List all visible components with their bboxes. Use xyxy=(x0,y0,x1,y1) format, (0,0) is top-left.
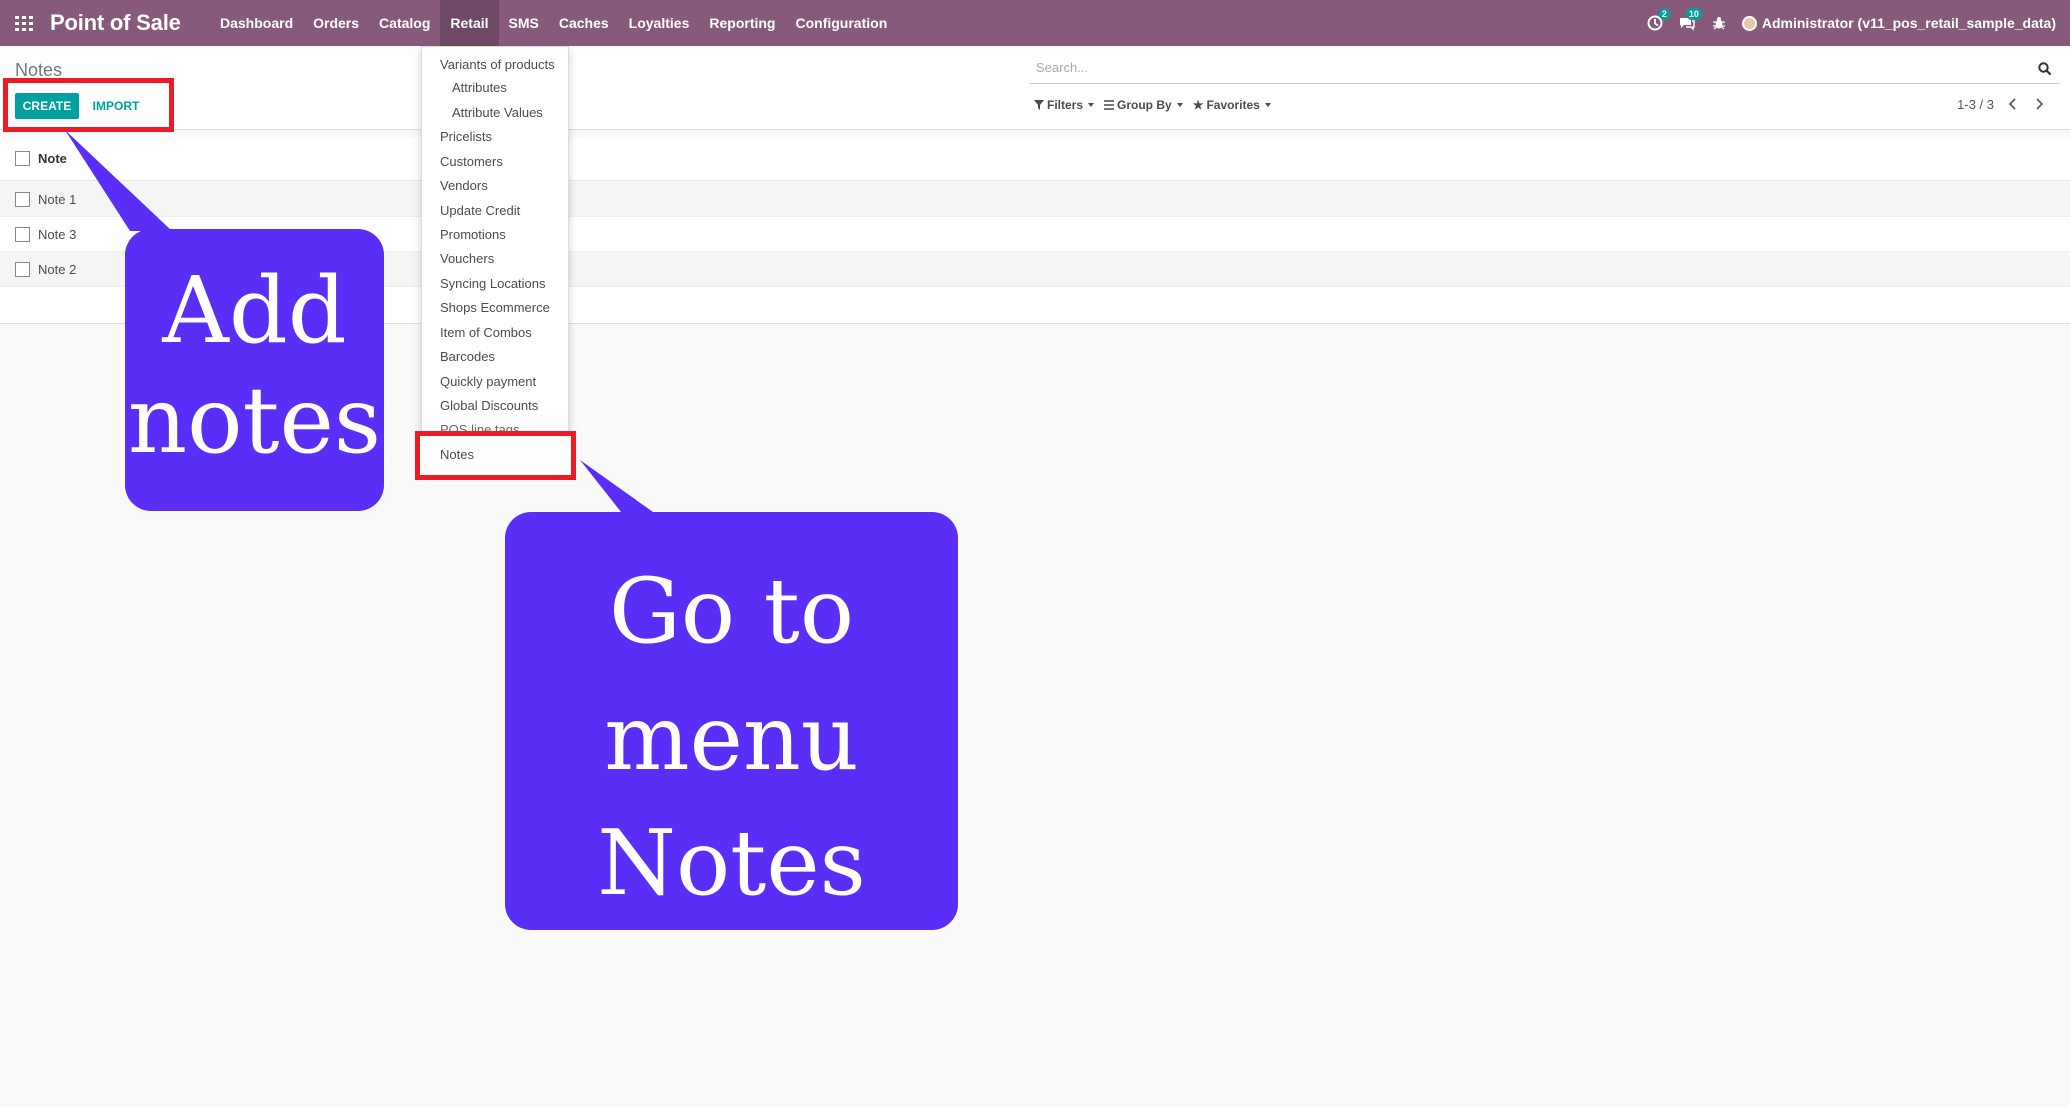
add-notes-line-1: Add xyxy=(162,257,347,364)
favorites-label: Favorites xyxy=(1206,98,1260,112)
go-to-menu-callout: Go to menu Notes xyxy=(505,512,958,930)
messages-badge: 10 xyxy=(1685,8,1702,20)
group-by-label: Group By xyxy=(1117,98,1172,112)
pager: 1-3 / 3 xyxy=(1957,96,2046,112)
menu-caches[interactable]: Caches xyxy=(549,0,619,46)
menu-item-global-discounts[interactable]: Global Discounts xyxy=(440,398,538,413)
systray: 2 10 Administrator (v11_pos_retail_sampl… xyxy=(1646,0,2056,46)
table-row[interactable]: Note 1 xyxy=(0,182,2070,217)
menu-item-promotions[interactable]: Promotions xyxy=(440,227,506,242)
menu-item-shops-ecommerce[interactable]: Shops Ecommerce xyxy=(440,300,550,315)
menu-reporting[interactable]: Reporting xyxy=(699,0,785,46)
notes-menu-highlight: Notes xyxy=(415,431,576,480)
menu-item-attribute-values[interactable]: Attribute Values xyxy=(452,105,543,120)
menu-configuration[interactable]: Configuration xyxy=(785,0,897,46)
menu-item-vendors[interactable]: Vendors xyxy=(440,178,488,193)
search-bar xyxy=(1030,56,2060,84)
chevron-left-icon[interactable] xyxy=(2006,96,2020,112)
menu-item-item-of-combos[interactable]: Item of Combos xyxy=(440,325,532,340)
debug-bug-icon[interactable] xyxy=(1710,14,1728,32)
activity-clock-icon[interactable]: 2 xyxy=(1646,8,1670,32)
menu-retail[interactable]: Retail xyxy=(440,0,499,46)
search-options: Filters Group By ★ Favorites xyxy=(1034,98,1271,112)
menu-orders[interactable]: Orders xyxy=(303,0,369,46)
menu-item-update-credit[interactable]: Update Credit xyxy=(440,203,520,218)
filter-funnel-icon xyxy=(1034,100,1044,110)
add-notes-callout-tail xyxy=(65,130,172,231)
go-to-menu-callout-tail xyxy=(580,460,660,517)
search-input[interactable] xyxy=(1036,60,1996,75)
menu-item-customers[interactable]: Customers xyxy=(440,154,503,169)
control-panel: Notes CREATE IMPORT Filters Group By ★ F… xyxy=(0,46,2070,130)
go-to-line-2: menu xyxy=(604,686,859,791)
app-brand[interactable]: Point of Sale xyxy=(50,10,181,36)
pager-value[interactable]: 1-3 / 3 xyxy=(1957,97,1994,112)
menu-item-quickly-payment[interactable]: Quickly payment xyxy=(440,374,536,389)
menu-item-pricelists[interactable]: Pricelists xyxy=(440,129,492,144)
user-menu[interactable]: Administrator (v11_pos_retail_sample_dat… xyxy=(1741,15,2056,31)
top-navbar: Point of Sale Dashboard Orders Catalog R… xyxy=(0,0,2070,46)
go-to-line-3: Notes xyxy=(597,811,866,916)
filters-label: Filters xyxy=(1047,98,1084,112)
add-notes-callout: Add notes xyxy=(125,229,384,511)
apps-grid-icon[interactable] xyxy=(15,16,33,31)
menu-item-attributes[interactable]: Attributes xyxy=(452,80,507,95)
row-checkbox[interactable] xyxy=(15,262,30,277)
add-notes-line-2: notes xyxy=(127,367,382,474)
menu-item-variants-of-products[interactable]: Variants of products xyxy=(440,57,555,72)
menu-item-syncing-locations[interactable]: Syncing Locations xyxy=(440,276,546,291)
row-checkbox[interactable] xyxy=(15,192,30,207)
chevron-right-icon[interactable] xyxy=(2032,96,2046,112)
create-import-highlight xyxy=(3,78,174,132)
row-note-cell: Note 2 xyxy=(38,262,77,277)
list-header: Note xyxy=(0,137,2070,181)
go-to-line-1: Go to xyxy=(608,559,855,664)
menu-loyalties[interactable]: Loyalties xyxy=(619,0,700,46)
select-all-checkbox[interactable] xyxy=(15,151,30,166)
menu-item-vouchers[interactable]: Vouchers xyxy=(440,251,494,266)
favorites-button[interactable]: ★ Favorites xyxy=(1193,98,1271,112)
star-icon: ★ xyxy=(1192,98,1204,112)
notes-menu-highlight-label[interactable]: Notes xyxy=(440,447,474,462)
user-name: Administrator (v11_pos_retail_sample_dat… xyxy=(1761,15,2056,31)
menu-item-barcodes[interactable]: Barcodes xyxy=(440,349,495,364)
messages-icon[interactable]: 10 xyxy=(1678,8,1702,32)
group-by-button[interactable]: Group By xyxy=(1104,98,1183,112)
filters-button[interactable]: Filters xyxy=(1034,98,1095,112)
row-checkbox[interactable] xyxy=(15,227,30,242)
activity-badge: 2 xyxy=(1658,8,1670,20)
avatar xyxy=(1741,15,1757,31)
menu-sms[interactable]: SMS xyxy=(499,0,549,46)
retail-dropdown-menu: Variants of products Attributes Attribut… xyxy=(421,46,569,456)
search-icon[interactable] xyxy=(2038,62,2052,76)
menu-dashboard[interactable]: Dashboard xyxy=(210,0,303,46)
list-bars-icon xyxy=(1104,100,1115,110)
menu-catalog[interactable]: Catalog xyxy=(369,0,440,46)
main-menu: Dashboard Orders Catalog Retail SMS Cach… xyxy=(210,0,897,46)
